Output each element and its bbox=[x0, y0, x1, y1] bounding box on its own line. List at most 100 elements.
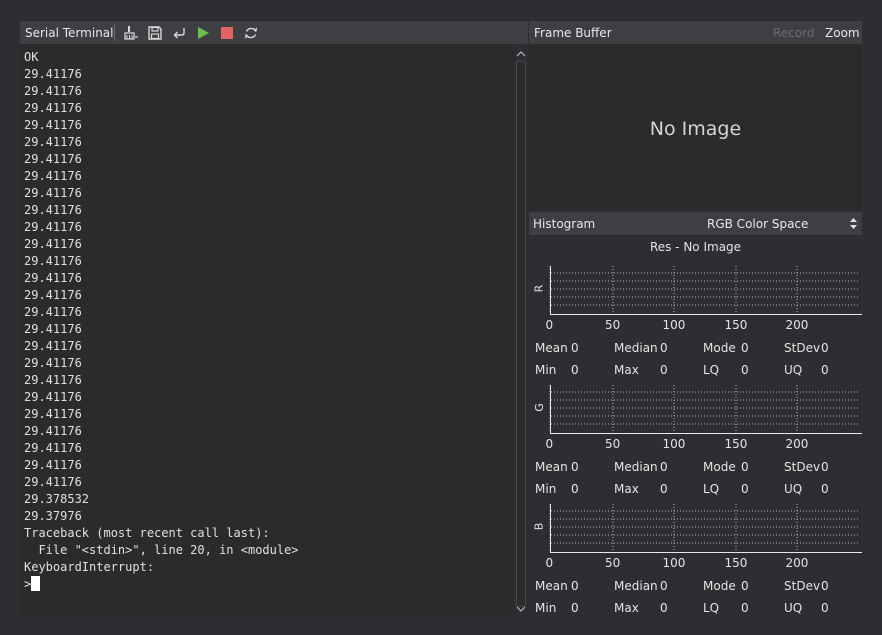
terminal-line: 29.41176 bbox=[24, 373, 82, 387]
terminal-line: 29.41176 bbox=[24, 339, 82, 353]
terminal-scrollbar[interactable] bbox=[514, 44, 528, 615]
stat-label: LQ bbox=[703, 363, 720, 377]
stat-label: Mode bbox=[703, 579, 736, 593]
terminal-line: 29.41176 bbox=[24, 288, 82, 302]
histogram-resolution: Res - No Image bbox=[649, 240, 742, 254]
stat-value: 0 bbox=[571, 363, 579, 377]
save-terminal-button[interactable] bbox=[146, 24, 164, 41]
terminal-line: 29.41176 bbox=[24, 203, 82, 217]
x-tick-label: 100 bbox=[662, 556, 686, 570]
color-space-select[interactable]: RGB Color Space bbox=[707, 217, 808, 231]
histogram-header: Histogram RGB Color Space bbox=[529, 212, 862, 235]
text-cursor bbox=[31, 576, 41, 591]
terminal-line: 29.37976 bbox=[24, 509, 82, 523]
x-tick-label: 0 bbox=[545, 556, 554, 570]
terminal-line: 29.41176 bbox=[24, 84, 82, 98]
scrollbar-track bbox=[516, 51, 526, 612]
terminal-line: 29.41176 bbox=[24, 101, 82, 115]
terminal-line: 29.41176 bbox=[24, 441, 82, 455]
stat-value: 0 bbox=[660, 482, 668, 496]
stat-label: LQ bbox=[703, 601, 720, 615]
x-tick-label: 50 bbox=[605, 318, 621, 332]
histogram-plot-r bbox=[549, 266, 862, 315]
play-button[interactable] bbox=[194, 24, 212, 41]
terminal-line: 29.41176 bbox=[24, 305, 82, 319]
terminal-line: 29.41176 bbox=[24, 237, 82, 251]
terminal-line: 29.41176 bbox=[24, 322, 82, 336]
stat-value: 0 bbox=[741, 601, 749, 615]
serial-terminal-header: Serial Terminal bbox=[20, 21, 528, 44]
stat-label: UQ bbox=[784, 601, 803, 615]
stat-label: Max bbox=[614, 482, 639, 496]
clear-terminal-button[interactable] bbox=[122, 24, 140, 41]
terminal-line: 29.41176 bbox=[24, 475, 82, 489]
terminal-line: 29.41176 bbox=[24, 135, 82, 149]
serial-terminal-title: Serial Terminal bbox=[25, 26, 114, 40]
stat-label: Min bbox=[535, 601, 557, 615]
terminal-line: 29.41176 bbox=[24, 424, 82, 438]
terminal-line: 29.41176 bbox=[24, 118, 82, 132]
stat-label: Min bbox=[535, 482, 557, 496]
terminal-line: 29.41176 bbox=[24, 271, 82, 285]
terminal-prompt-line[interactable]: > bbox=[24, 576, 299, 593]
stat-label: Median bbox=[614, 460, 658, 474]
terminal-line: 29.41176 bbox=[24, 458, 82, 472]
channel-label: R bbox=[532, 284, 546, 293]
x-tick-label: 50 bbox=[605, 437, 621, 451]
stat-value: 0 bbox=[741, 460, 749, 474]
histogram-plot-b bbox=[549, 504, 862, 553]
stat-value: 0 bbox=[660, 341, 668, 355]
x-tick-label: 50 bbox=[605, 556, 621, 570]
terminal-line: 29.378532 bbox=[24, 492, 90, 506]
stat-label: Median bbox=[614, 579, 658, 593]
stat-label: Max bbox=[614, 363, 639, 377]
stat-label: StDev bbox=[784, 579, 821, 593]
select-arrows-icon[interactable] bbox=[849, 217, 858, 230]
stat-label: Mode bbox=[703, 341, 736, 355]
record-button[interactable]: Record bbox=[773, 26, 814, 40]
stat-value: 0 bbox=[741, 363, 749, 377]
terminal-line: 29.41176 bbox=[24, 390, 82, 404]
wrap-lines-button[interactable] bbox=[170, 24, 188, 41]
terminal-line: 29.41176 bbox=[24, 169, 82, 183]
terminal-line: 29.41176 bbox=[24, 152, 82, 166]
stop-button[interactable] bbox=[218, 24, 236, 41]
terminal-line: 29.41176 bbox=[24, 186, 82, 200]
terminal-line: Traceback (most recent call last): bbox=[24, 526, 270, 540]
terminal-lines: OK 29.41176 29.41176 29.41176 29.41176 29.411… bbox=[24, 49, 299, 593]
frame-buffer-title: Frame Buffer bbox=[534, 26, 612, 40]
stat-label: Mode bbox=[703, 460, 736, 474]
x-tick-label: 200 bbox=[785, 556, 809, 570]
terminal-line: 29.41176 bbox=[24, 356, 82, 370]
stat-label: Max bbox=[614, 601, 639, 615]
stat-label: StDev bbox=[784, 460, 821, 474]
refresh-button[interactable] bbox=[242, 24, 260, 41]
stat-label: StDev bbox=[784, 341, 821, 355]
x-tick-label: 150 bbox=[724, 556, 748, 570]
zoom-button[interactable]: Zoom bbox=[825, 26, 860, 40]
play-icon bbox=[198, 26, 209, 39]
x-tick-label: 0 bbox=[545, 318, 554, 332]
stat-label: Mean bbox=[535, 341, 568, 355]
x-tick-label: 100 bbox=[662, 318, 686, 332]
stat-value: 0 bbox=[660, 363, 668, 377]
clear-icon bbox=[124, 26, 138, 40]
stat-label: Median bbox=[614, 341, 658, 355]
save-icon bbox=[148, 25, 162, 40]
x-tick-label: 200 bbox=[785, 318, 809, 332]
stat-value: 0 bbox=[660, 601, 668, 615]
stat-value: 0 bbox=[571, 460, 579, 474]
stat-value: 0 bbox=[571, 341, 579, 355]
stat-label: LQ bbox=[703, 482, 720, 496]
stat-label: Mean bbox=[535, 460, 568, 474]
x-tick-label: 0 bbox=[545, 437, 554, 451]
terminal-output[interactable]: OK 29.41176 29.41176 29.41176 29.41176 29.411… bbox=[20, 44, 518, 615]
stat-label: Mean bbox=[535, 579, 568, 593]
x-tick-label: 100 bbox=[662, 437, 686, 451]
frame-buffer-header: Frame Buffer Record Zoom bbox=[529, 21, 862, 44]
terminal-line: OK bbox=[24, 50, 39, 64]
stat-value: 0 bbox=[660, 579, 668, 593]
stop-icon bbox=[221, 26, 233, 39]
channel-label: G bbox=[532, 403, 546, 412]
wrap-icon bbox=[173, 27, 185, 38]
